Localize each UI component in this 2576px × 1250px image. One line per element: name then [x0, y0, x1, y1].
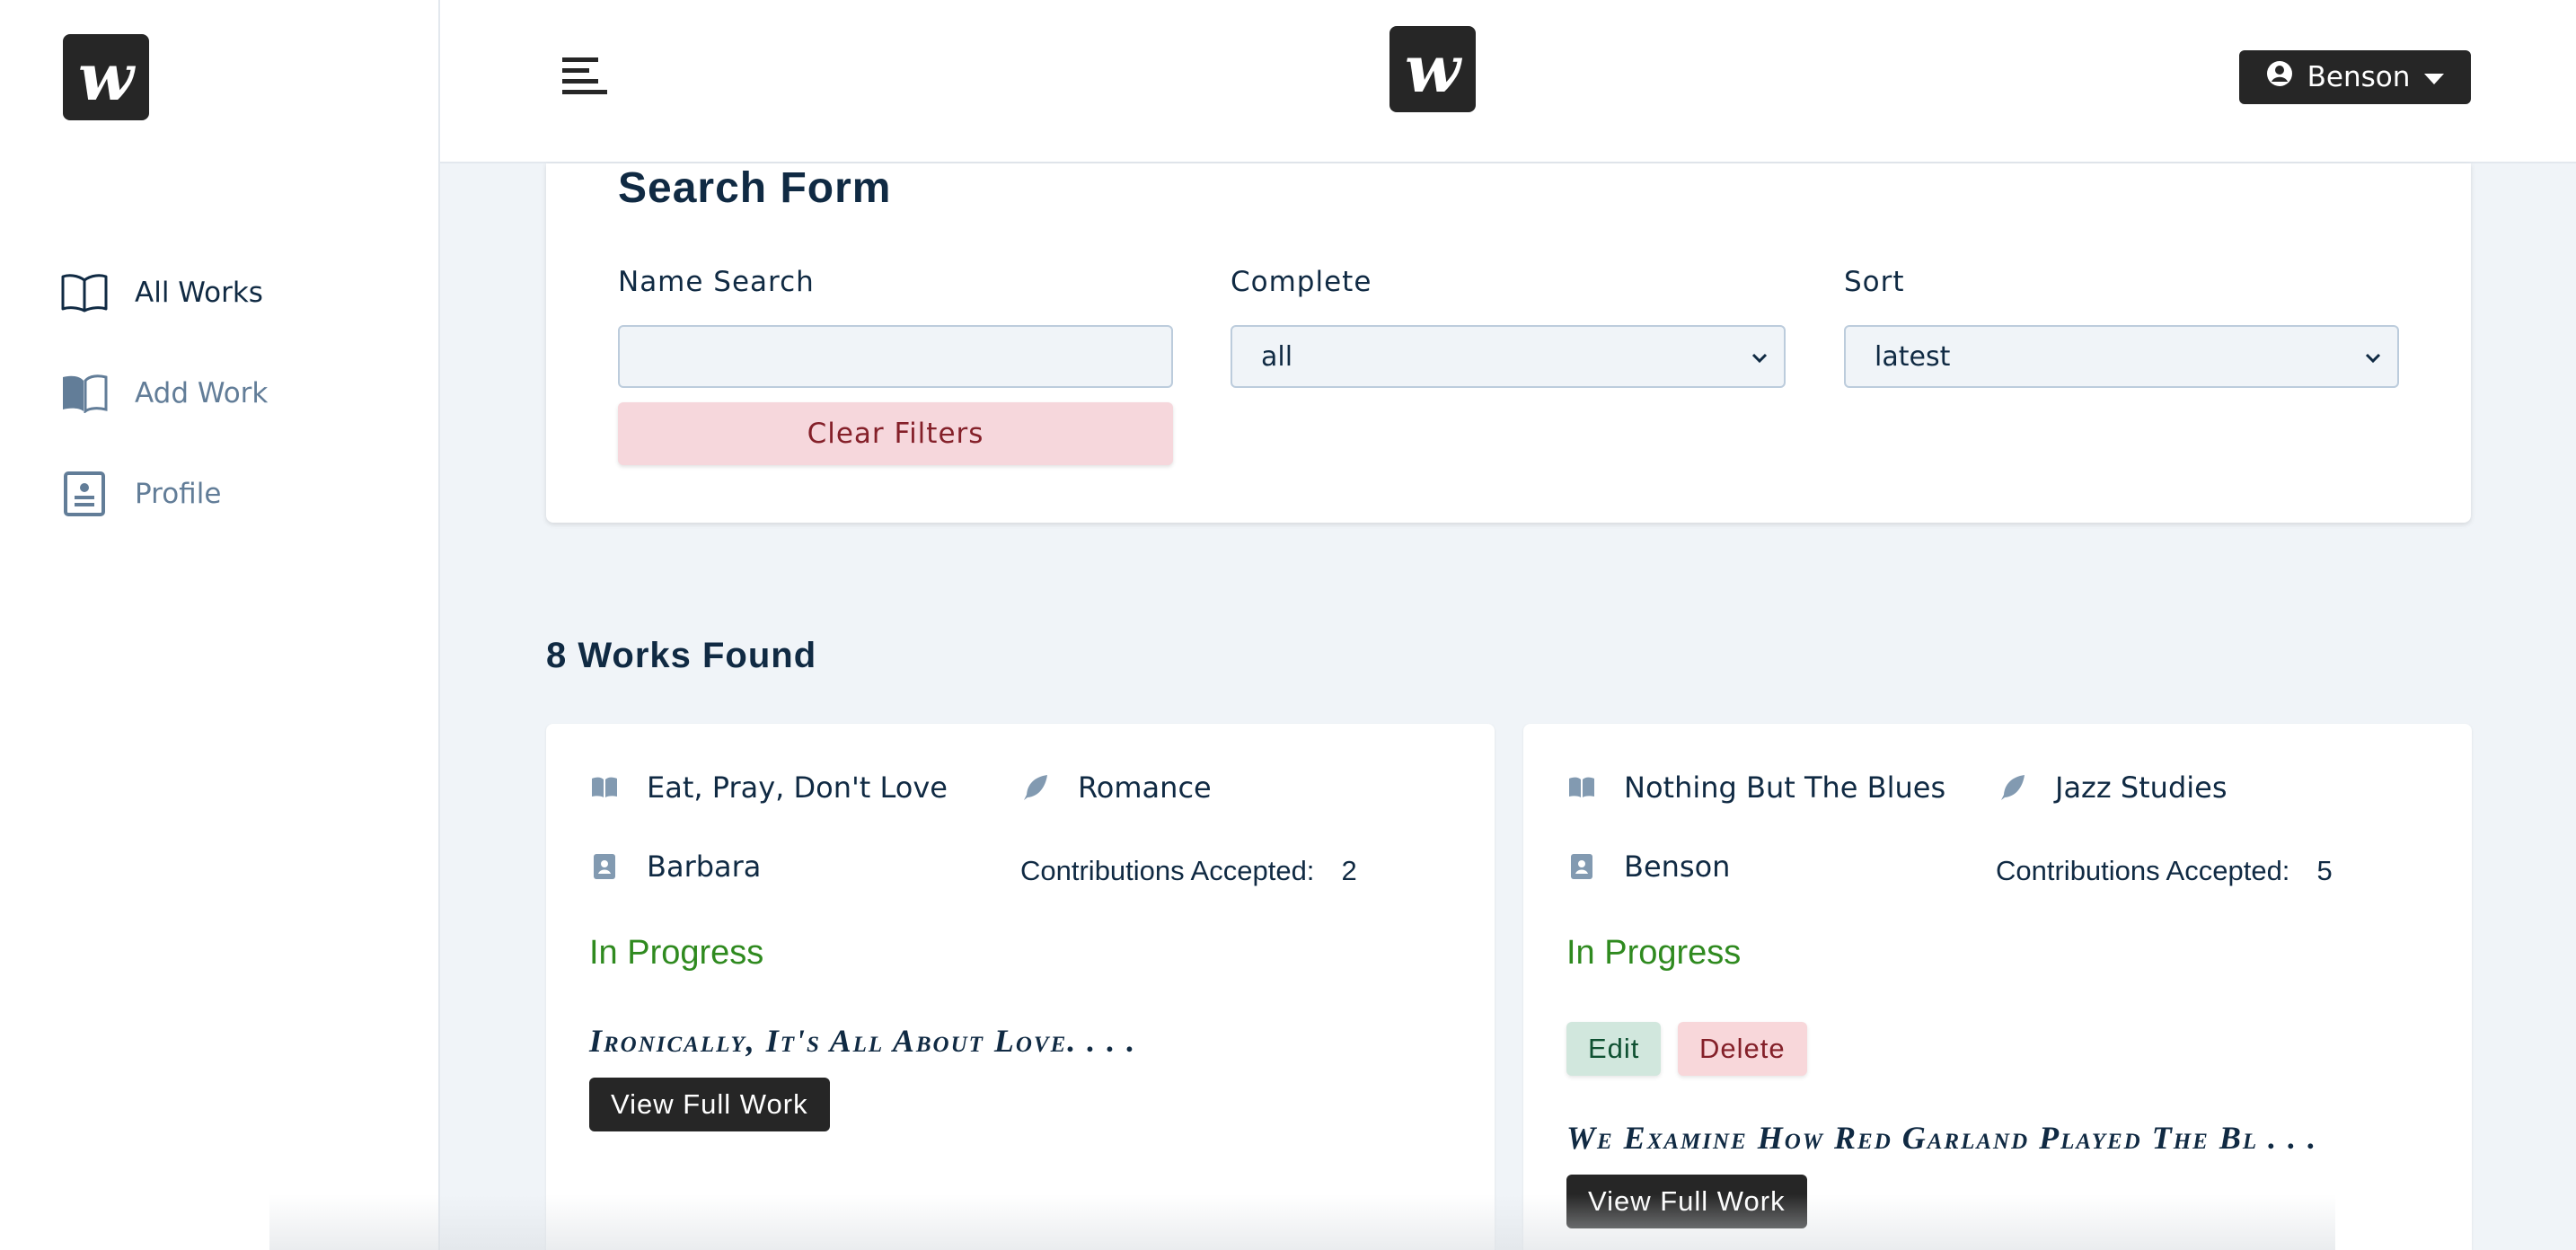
work-card: Eat, Pray, Don't Love Romance Barbara Co… — [546, 724, 1495, 1250]
work-author-row: Barbara — [589, 849, 761, 884]
work-genre: Romance — [1078, 770, 1212, 805]
name-search-label: Name Search — [618, 266, 815, 298]
open-book-icon — [61, 269, 108, 316]
sidebar-item-label: Profile — [135, 478, 222, 510]
work-author: Barbara — [647, 849, 762, 884]
sort-label: Sort — [1844, 266, 1905, 298]
contributions-label: Contributions Accepted: — [1020, 855, 1315, 886]
sidebar-item-add-work[interactable]: Add Work — [61, 343, 268, 444]
work-title-row: Eat, Pray, Don't Love — [589, 770, 948, 805]
work-card: Nothing But The Blues Jazz Studies Benso… — [1523, 724, 2472, 1250]
work-title-row: Nothing But The Blues — [1566, 770, 1945, 805]
work-title: Nothing But The Blues — [1624, 770, 1946, 805]
edit-button[interactable]: Edit — [1566, 1022, 1662, 1076]
work-genre: Jazz Studies — [2055, 770, 2228, 805]
book-icon — [589, 772, 620, 803]
work-excerpt: We Examine How Red Garland Played The Bl… — [1566, 1120, 2318, 1156]
sort-selected-value: latest — [1875, 340, 1951, 373]
app-logo[interactable]: w — [63, 34, 149, 120]
author-card-icon — [1566, 851, 1597, 882]
user-name: Benson — [2307, 61, 2411, 93]
book-filled-icon — [61, 370, 108, 417]
complete-selected-value: all — [1261, 340, 1293, 373]
view-full-work-button[interactable]: View Full Work — [1566, 1175, 1807, 1228]
contributions-count: 5 — [2316, 855, 2333, 886]
form-title: Search Form — [618, 164, 892, 212]
name-search-input[interactable] — [618, 325, 1173, 388]
sidebar-item-label: All Works — [135, 277, 263, 309]
work-genre-row: Jazz Studies — [1998, 770, 2228, 805]
sidebar-item-profile[interactable]: Profile — [61, 444, 268, 544]
contributions-accepted: Contributions Accepted: 5 — [1996, 855, 2333, 887]
work-title: Eat, Pray, Don't Love — [647, 770, 948, 805]
sidebar-nav: All Works Add Work Profile — [61, 242, 268, 544]
complete-label: Complete — [1231, 266, 1372, 298]
chevron-down-icon — [2363, 345, 2383, 376]
top-navbar: w Benson — [440, 0, 2576, 163]
clear-filters-button[interactable]: Clear Filters — [618, 402, 1173, 465]
caret-down-icon — [2424, 61, 2445, 93]
work-excerpt: Ironically, It's All About Love. . . . — [589, 1023, 1137, 1059]
contributions-accepted: Contributions Accepted: 2 — [1020, 855, 1357, 887]
header-logo[interactable]: w — [1389, 26, 1476, 112]
work-author: Benson — [1624, 849, 1731, 884]
work-status: In Progress — [1566, 934, 1742, 972]
delete-button[interactable]: Delete — [1678, 1022, 1807, 1076]
user-circle-icon — [2266, 60, 2293, 94]
view-full-work-button[interactable]: View Full Work — [589, 1078, 830, 1131]
feather-icon — [1020, 772, 1051, 803]
logo-letter: w — [1405, 31, 1460, 107]
work-author-row: Benson — [1566, 849, 1730, 884]
works-found-count: 8 Works Found — [546, 636, 817, 675]
contributions-label: Contributions Accepted: — [1996, 855, 2290, 886]
sort-select[interactable]: latest — [1844, 325, 2399, 388]
logo-letter: w — [78, 39, 134, 115]
complete-select[interactable]: all — [1231, 325, 1786, 388]
work-status: In Progress — [589, 934, 764, 972]
feather-icon — [1998, 772, 2028, 803]
sidebar-item-label: Add Work — [135, 377, 269, 409]
chevron-down-icon — [1750, 345, 1769, 376]
user-menu-button[interactable]: Benson — [2239, 50, 2471, 104]
search-form-panel: Search Form Name Search Complete all Sor… — [546, 163, 2471, 523]
sidebar-item-all-works[interactable]: All Works — [61, 242, 268, 343]
sidebar: w All Works Add Work Profile — [0, 0, 440, 1250]
contributions-count: 2 — [1341, 855, 1357, 886]
menu-toggle-icon[interactable] — [562, 52, 609, 101]
book-icon — [1566, 772, 1597, 803]
author-card-icon — [589, 851, 620, 882]
work-genre-row: Romance — [1020, 770, 1212, 805]
profile-card-icon — [61, 471, 108, 517]
